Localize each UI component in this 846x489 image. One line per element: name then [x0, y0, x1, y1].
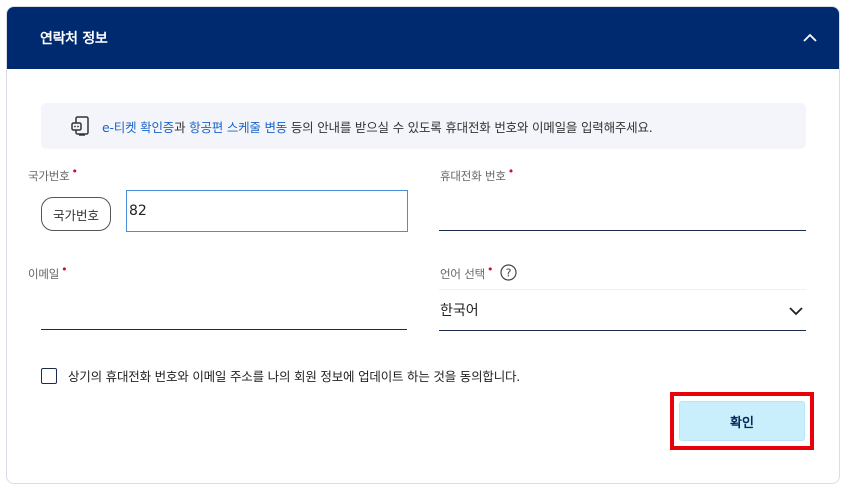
notice-rest: 등의 안내를 받으실 수 있도록 휴대전화 번호와 이메일을 입력해주세요. [287, 119, 653, 135]
e-ticket-link[interactable]: e-티켓 확인증 [102, 120, 174, 135]
email-input[interactable] [41, 290, 407, 330]
required-dot: • [71, 165, 79, 178]
help-question-icon[interactable]: ? [500, 264, 517, 281]
required-dot: • [486, 263, 494, 276]
confirm-button[interactable]: 확인 [679, 401, 805, 441]
country-code-button[interactable]: 국가번호 [41, 197, 111, 231]
flight-schedule-change-link[interactable]: 항공편 스케줄 변동 [189, 120, 287, 135]
confirm-highlight: 확인 [670, 392, 814, 450]
card-header[interactable]: 연락처 정보 [7, 7, 839, 69]
required-dot: • [507, 165, 515, 178]
country-code-label: 국가번호 • [28, 165, 79, 183]
card-title: 연락처 정보 [40, 31, 108, 47]
language-value: 한국어 [440, 303, 479, 319]
phone-input[interactable] [439, 191, 806, 231]
required-dot: • [61, 263, 68, 276]
phone-label: 휴대전화 번호 • [440, 165, 515, 183]
language-label: 언어 선택 • [440, 263, 494, 281]
agree-row: 상기의 휴대전화 번호와 이메일 주소를 나의 회원 정보에 업데이트 하는 것… [41, 366, 520, 385]
email-label: 이메일 • [28, 263, 68, 281]
country-code-input[interactable] [126, 190, 408, 232]
notice-connector: 과 [174, 119, 190, 135]
agree-checkbox[interactable] [41, 367, 57, 384]
svg-text:?: ? [506, 267, 512, 280]
contact-info-card: 연락처 정보 e-티켓 확인증과 항공편 스케줄 변동 등의 안내를 받으실 수… [6, 6, 840, 484]
agree-label[interactable]: 상기의 휴대전화 번호와 이메일 주소를 나의 회원 정보에 업데이트 하는 것… [68, 366, 520, 385]
language-select[interactable]: 한국어 [439, 289, 806, 331]
collapse-chevron-up-icon[interactable] [799, 27, 821, 49]
notice-box: e-티켓 확인증과 항공편 스케줄 변동 등의 안내를 받으실 수 있도록 휴대… [41, 103, 806, 149]
notice-text: e-티켓 확인증과 항공편 스케줄 변동 등의 안내를 받으실 수 있도록 휴대… [102, 117, 653, 136]
mobile-ticket-icon [71, 116, 89, 136]
chevron-down-icon [789, 307, 803, 316]
